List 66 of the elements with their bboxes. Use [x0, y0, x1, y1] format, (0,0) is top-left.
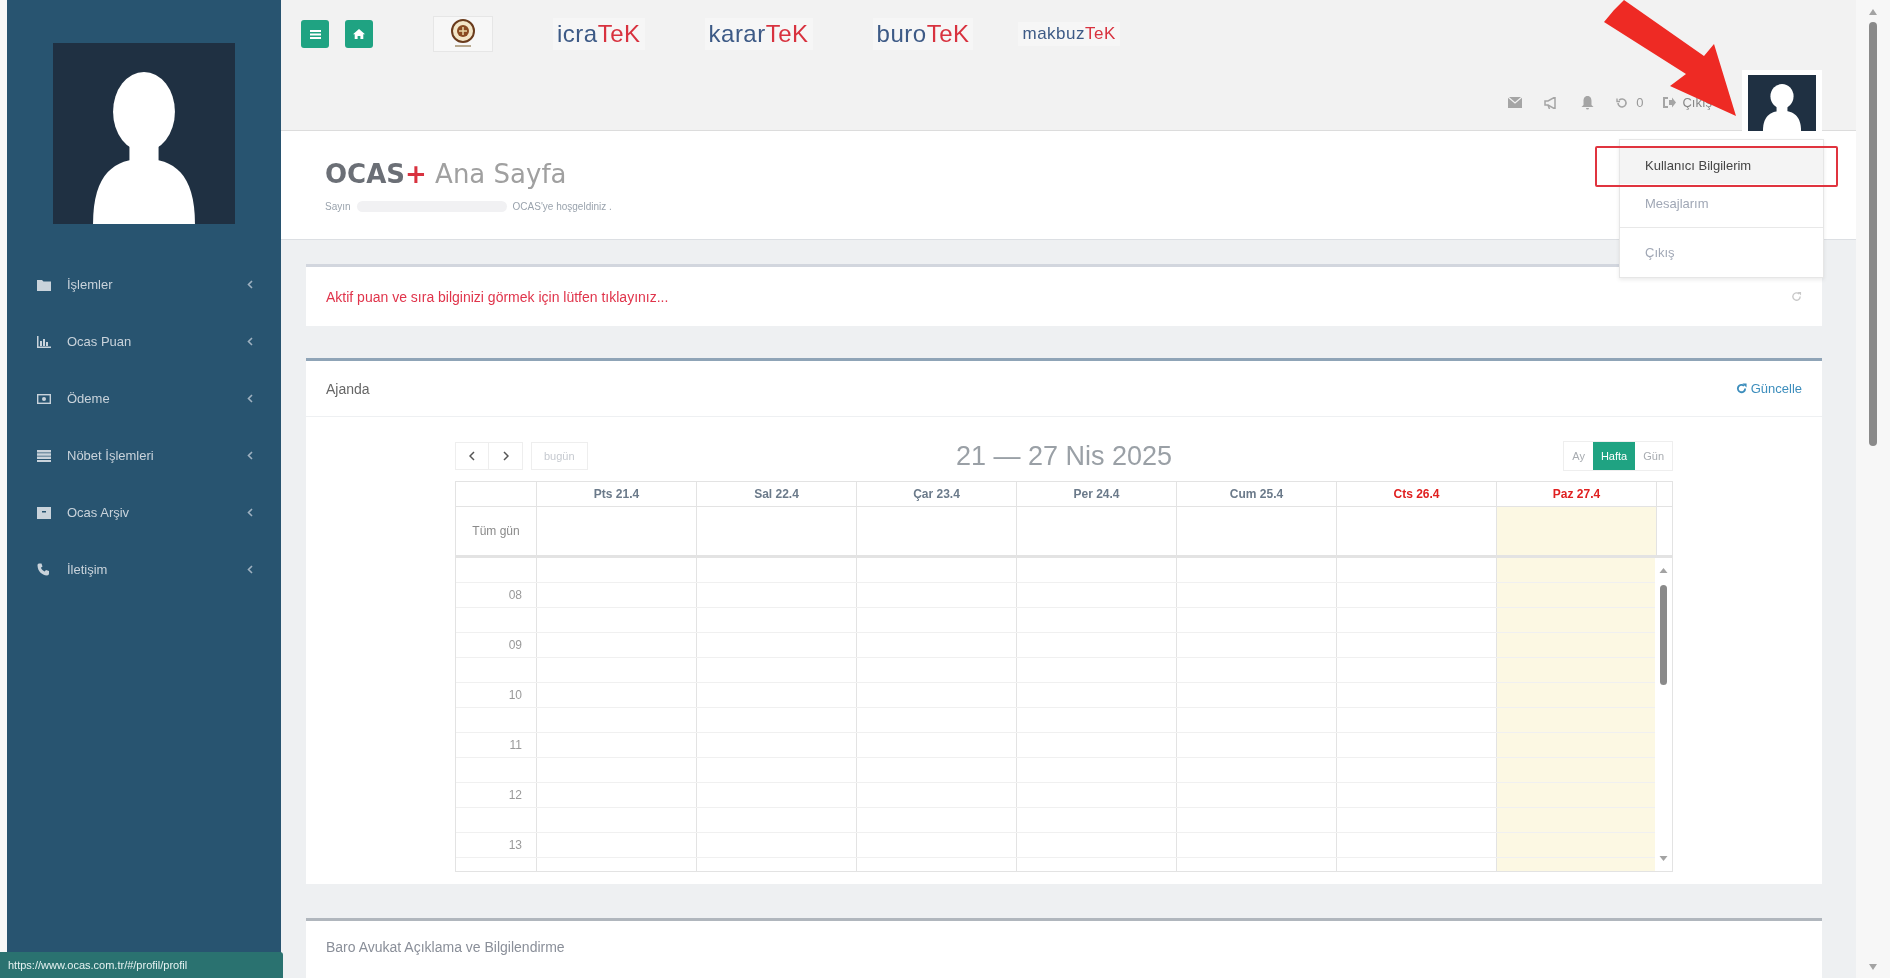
hour-label: 13	[508, 838, 522, 852]
home-icon	[353, 29, 365, 39]
day-header: Per 24.4	[1073, 487, 1120, 501]
hour-label: 08	[508, 588, 522, 602]
greeting-text: OCAS'ye hoşgeldiniz .	[512, 200, 612, 212]
hour-label: 10	[508, 688, 522, 702]
sidebar-item[interactable]: Ödeme	[7, 370, 281, 427]
menu-item[interactable]: Kullanıcı Bilgilerim	[1620, 146, 1823, 184]
hour-label: 11	[509, 738, 522, 752]
brand-logo[interactable]: buroTeK	[872, 18, 974, 50]
brand-logo[interactable]: makbuzTeK	[1018, 22, 1120, 46]
day-header: Cum 25.4	[1229, 487, 1284, 501]
refresh-link[interactable]: Güncelle	[1735, 381, 1802, 396]
chevron-left-icon	[247, 508, 253, 517]
next-button[interactable]	[489, 442, 523, 470]
archive-icon	[37, 506, 51, 519]
chevron-left-icon	[247, 280, 253, 289]
seal-logo[interactable]	[433, 16, 493, 52]
hour-label: 12	[508, 788, 522, 802]
bar-chart-icon	[37, 335, 51, 348]
alert-link[interactable]: Aktif puan ve sıra bilginizi görmek için lütfen tıklayınız...	[326, 288, 669, 305]
page-title: OCAS+ Ana Sayfa	[325, 158, 567, 189]
day-header: Çar 23.4	[913, 487, 960, 501]
view-tab[interactable]: Hafta	[1592, 442, 1636, 470]
counter-text: 0	[1636, 95, 1644, 110]
status-url: https://www.ocas.com.tr/#/profil/profil	[0, 952, 283, 978]
brand-logo[interactable]: icraTeK	[553, 18, 645, 50]
day-header: Cts 26.4	[1393, 487, 1440, 501]
panel-title: Baro Avukat Açıklama ve Bilgilendirme	[326, 939, 565, 955]
avatar-icon	[1748, 75, 1816, 131]
day-header: Sal 22.4	[754, 487, 799, 501]
chevron-left-icon	[247, 394, 253, 403]
hour-label: 09	[508, 638, 522, 652]
sidebar-item[interactable]: İletişim	[7, 541, 281, 598]
menu-icon	[309, 29, 321, 39]
bell-icon[interactable]	[1581, 95, 1595, 110]
banknote-icon	[37, 392, 51, 405]
chevron-right-icon	[502, 451, 509, 461]
mail-icon[interactable]	[1508, 97, 1523, 108]
list-icon	[37, 449, 51, 462]
chevron-left-icon	[247, 337, 253, 346]
previous-button[interactable]	[455, 442, 489, 470]
folder-icon	[37, 278, 51, 291]
history-icon[interactable]	[1616, 96, 1629, 109]
day-header: Pts 21.4	[593, 487, 640, 501]
phone-icon	[37, 563, 50, 576]
sidebar-item[interactable]: Nöbet İşlemleri	[7, 427, 281, 484]
date-range-title: 21 — 27 Nis 2025	[955, 440, 1173, 471]
panel-title: Ajanda	[326, 380, 370, 397]
day-header: Paz 27.4	[1552, 487, 1601, 501]
refresh-icon	[1735, 383, 1747, 394]
brand-logo[interactable]: kararTeK	[704, 18, 813, 50]
greeting-text: Sayın	[325, 200, 351, 212]
seal-icon	[450, 19, 476, 49]
logout-icon	[1663, 97, 1677, 108]
avatar-icon	[53, 43, 235, 224]
menu-button[interactable]	[301, 20, 329, 48]
chevron-left-icon	[247, 451, 253, 460]
home-button[interactable]	[345, 20, 373, 48]
refresh-icon[interactable]	[1791, 291, 1802, 302]
chevron-left-icon	[469, 451, 475, 461]
chevron-left-icon	[247, 565, 253, 574]
all-day-label: Tüm gün	[472, 524, 520, 538]
sidebar-item[interactable]: Ocas Puan	[7, 313, 281, 370]
sidebar-item[interactable]: İşlemler	[7, 256, 281, 313]
sidebar-item[interactable]: Ocas Arşiv	[7, 484, 281, 541]
